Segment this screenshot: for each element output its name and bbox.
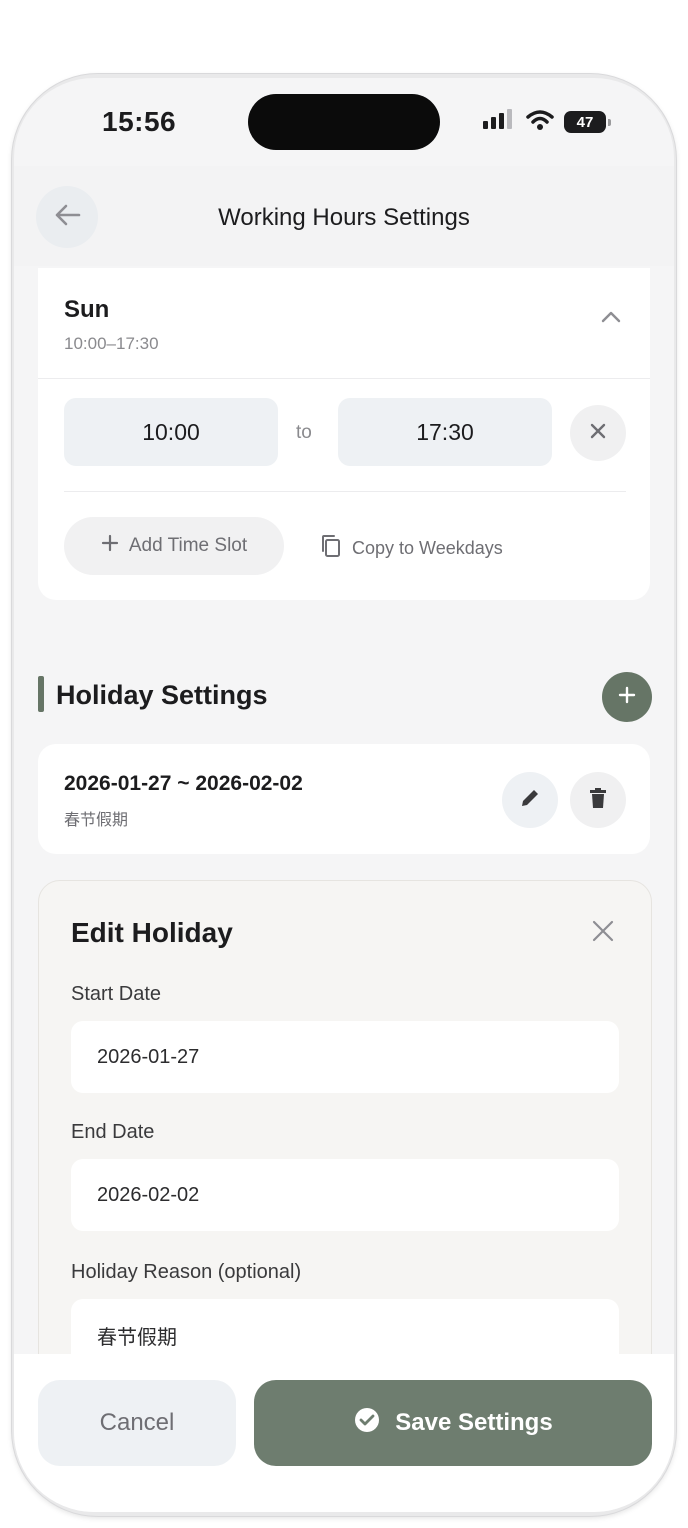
add-time-slot-button[interactable]: Add Time Slot bbox=[64, 517, 284, 575]
copy-to-weekdays-label: Copy to Weekdays bbox=[352, 538, 503, 558]
cancel-button[interactable]: Cancel bbox=[38, 1380, 236, 1466]
top-header: Working Hours Settings bbox=[14, 166, 674, 266]
day-name: Sun bbox=[64, 296, 110, 323]
signal-icon bbox=[482, 108, 516, 136]
holiday-reason: 春节假期 bbox=[64, 812, 129, 829]
status-time: 15:56 bbox=[102, 106, 177, 137]
holiday-section-title: Holiday Settings bbox=[56, 680, 268, 710]
pencil-icon bbox=[519, 787, 541, 814]
end-time-field[interactable]: 17:30 bbox=[338, 398, 552, 466]
day-schedule-card: Sun 10:00–17:30 10:00 to 17:30 Add Time … bbox=[38, 268, 650, 600]
edit-holiday-button[interactable] bbox=[502, 772, 558, 828]
start-time-field[interactable]: 10:00 bbox=[64, 398, 278, 466]
end-date-label: End Date bbox=[71, 1121, 155, 1143]
remove-slot-button[interactable] bbox=[570, 405, 626, 461]
app-screen: 15:56 47 Working Hours Settings Sun 10:0… bbox=[14, 78, 674, 1512]
start-date-input[interactable]: 2026-01-27 bbox=[71, 1021, 619, 1093]
divider bbox=[38, 378, 650, 379]
check-circle-icon bbox=[353, 1406, 381, 1441]
dynamic-island bbox=[248, 94, 440, 150]
close-icon[interactable] bbox=[591, 919, 615, 948]
add-holiday-button[interactable] bbox=[602, 672, 652, 722]
close-icon bbox=[589, 422, 607, 445]
chevron-up-icon[interactable] bbox=[600, 310, 622, 329]
day-summary: 10:00–17:30 bbox=[64, 334, 159, 353]
holiday-item: 2026-01-27 ~ 2026-02-02 春节假期 bbox=[38, 744, 650, 854]
edit-holiday-title: Edit Holiday bbox=[71, 917, 233, 948]
divider bbox=[64, 491, 626, 492]
wifi-icon bbox=[526, 109, 554, 136]
plus-icon bbox=[617, 685, 637, 710]
holiday-reason-label: Holiday Reason (optional) bbox=[71, 1261, 302, 1283]
status-icons: 47 bbox=[482, 108, 611, 136]
copy-to-weekdays-button[interactable]: Copy to Weekdays bbox=[320, 534, 503, 563]
delete-holiday-button[interactable] bbox=[570, 772, 626, 828]
end-date-input[interactable]: 2026-02-02 bbox=[71, 1159, 619, 1231]
page-title: Working Hours Settings bbox=[218, 204, 470, 231]
trash-icon bbox=[589, 787, 607, 814]
save-settings-button[interactable]: Save Settings bbox=[254, 1380, 652, 1466]
save-settings-label: Save Settings bbox=[395, 1409, 553, 1436]
copy-icon bbox=[320, 534, 342, 563]
bottom-action-bar: Cancel Save Settings bbox=[14, 1354, 674, 1512]
battery-icon: 47 bbox=[564, 111, 611, 133]
holiday-date-range: 2026-01-27 ~ 2026-02-02 bbox=[64, 772, 303, 795]
add-time-slot-label: Add Time Slot bbox=[128, 535, 248, 556]
section-accent-bar bbox=[38, 676, 44, 712]
plus-icon bbox=[101, 534, 119, 558]
start-date-label: Start Date bbox=[71, 983, 162, 1005]
to-label: to bbox=[296, 422, 312, 443]
